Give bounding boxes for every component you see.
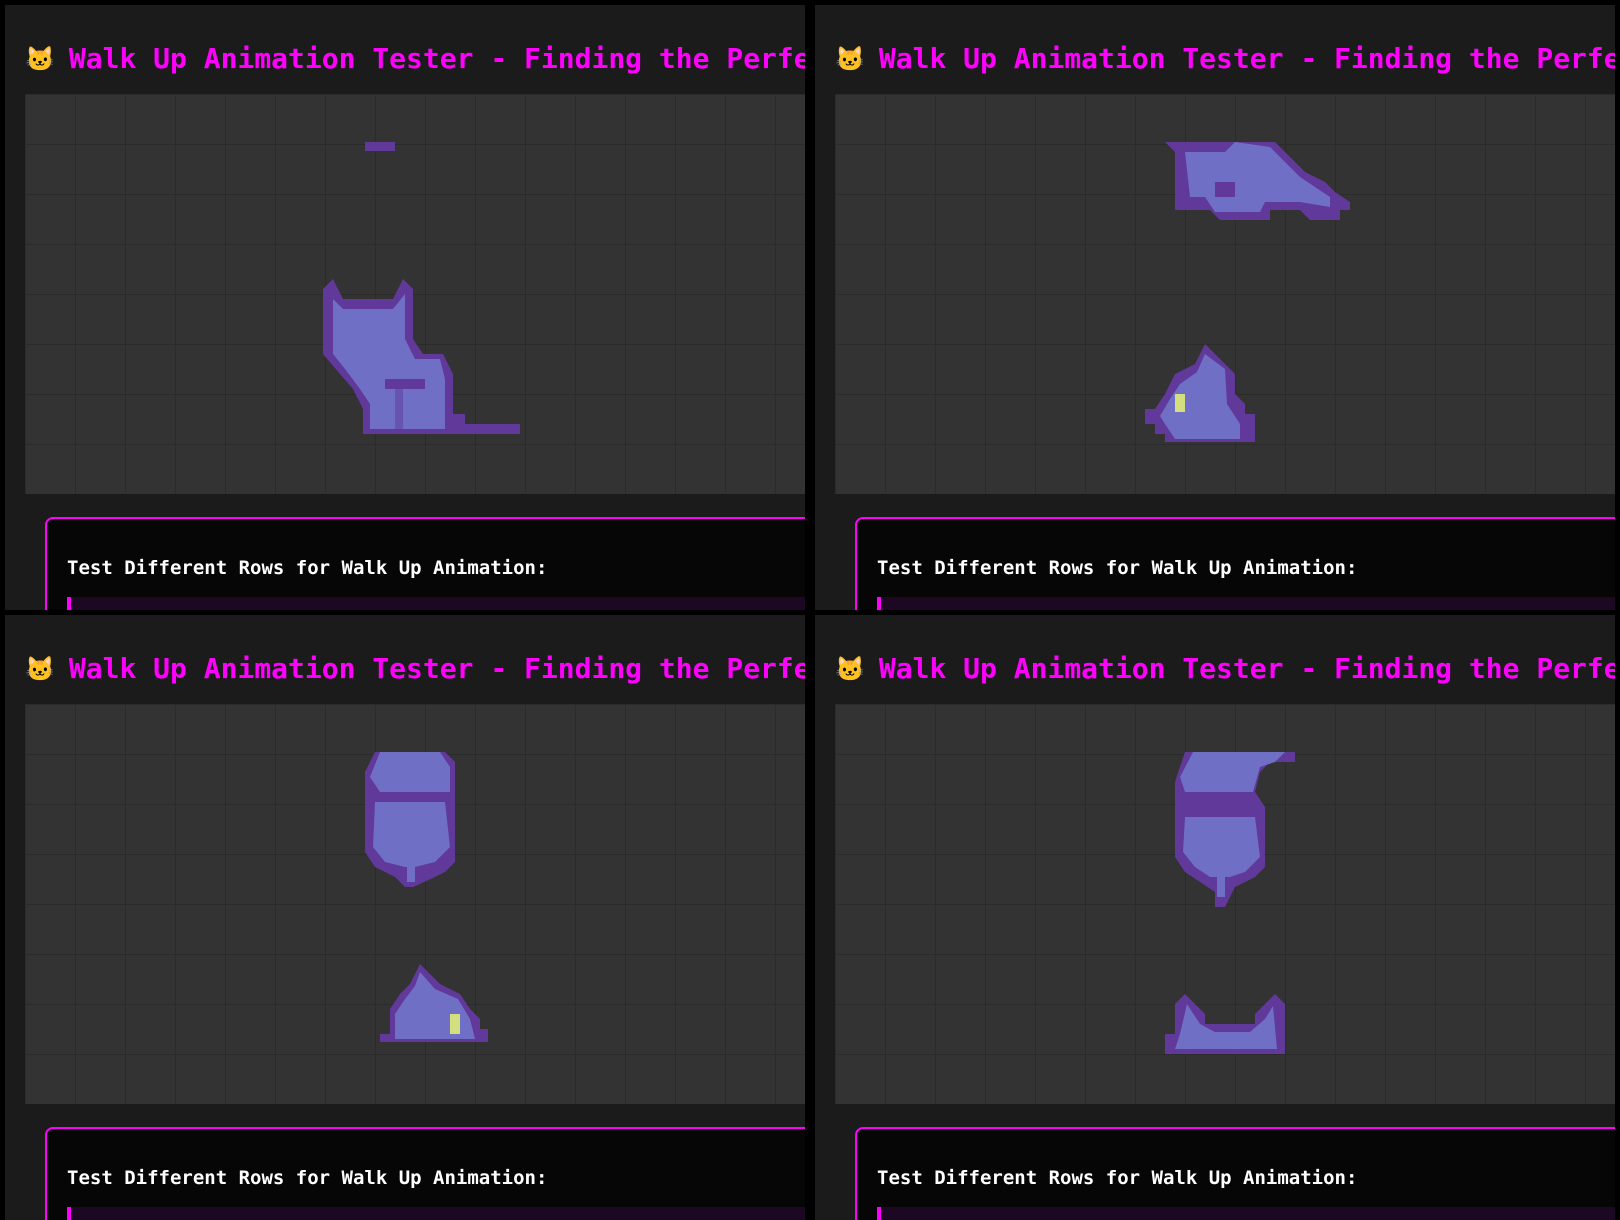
row-controls: Test Different Rows for Walk Up Animatio… — [855, 517, 1615, 610]
row-controls: Test Different Rows for Walk Up Animatio… — [45, 517, 805, 610]
page-heading: Walk Up Animation Tester - Finding the P… — [878, 42, 1615, 75]
cat-sitting-sprite — [315, 279, 530, 439]
row-slider-handle[interactable] — [67, 1207, 71, 1220]
cat-face-icon: 🐱 — [25, 45, 55, 73]
page-title: 🐱 Walk Up Animation Tester - Finding the… — [835, 39, 1615, 79]
tester-panel-1: 🐱 Walk Up Animation Tester - Finding the… — [5, 5, 805, 610]
cat-lying-sprite — [1165, 142, 1365, 222]
page-title: 🐱 Walk Up Animation Tester - Finding the… — [25, 649, 805, 689]
cat-ears-sprite — [1165, 994, 1290, 1059]
row-slider[interactable] — [877, 1207, 1615, 1220]
row-slider[interactable] — [67, 1207, 805, 1220]
page-heading: Walk Up Animation Tester - Finding the P… — [68, 652, 805, 685]
animation-canvas — [835, 94, 1615, 494]
row-slider[interactable] — [877, 597, 1615, 610]
tester-panel-3: 🐱 Walk Up Animation Tester - Finding the… — [5, 615, 805, 1220]
animation-canvas — [25, 94, 805, 494]
row-controls: Test Different Rows for Walk Up Animatio… — [45, 1127, 805, 1220]
cat-head-right-sprite — [380, 964, 495, 1049]
cat-back-view-sprite — [365, 752, 465, 892]
page-title: 🐱 Walk Up Animation Tester - Finding the… — [835, 649, 1615, 689]
row-slider-handle[interactable] — [67, 597, 71, 610]
row-slider[interactable] — [67, 597, 805, 610]
animation-canvas — [25, 704, 805, 1104]
cat-head-left-sprite — [1145, 344, 1275, 444]
page-heading: Walk Up Animation Tester - Finding the P… — [68, 42, 805, 75]
controls-label: Test Different Rows for Walk Up Animatio… — [67, 557, 548, 579]
tester-panel-4: 🐱 Walk Up Animation Tester - Finding the… — [815, 615, 1615, 1220]
row-controls: Test Different Rows for Walk Up Animatio… — [855, 1127, 1615, 1220]
controls-label: Test Different Rows for Walk Up Animatio… — [67, 1167, 548, 1189]
cat-face-icon: 🐱 — [835, 45, 865, 73]
tail-tip-sprite — [365, 142, 395, 152]
controls-label: Test Different Rows for Walk Up Animatio… — [877, 557, 1358, 579]
page-title: 🐱 Walk Up Animation Tester - Finding the… — [25, 39, 805, 79]
page-heading: Walk Up Animation Tester - Finding the P… — [878, 652, 1615, 685]
cat-face-icon: 🐱 — [835, 655, 865, 683]
animation-canvas — [835, 704, 1615, 1104]
row-slider-handle[interactable] — [877, 1207, 881, 1220]
cat-face-icon: 🐱 — [25, 655, 55, 683]
controls-label: Test Different Rows for Walk Up Animatio… — [877, 1167, 1358, 1189]
tester-panel-2: 🐱 Walk Up Animation Tester - Finding the… — [815, 5, 1615, 610]
row-slider-handle[interactable] — [877, 597, 881, 610]
cat-back-view-tail-sprite — [1175, 752, 1305, 912]
